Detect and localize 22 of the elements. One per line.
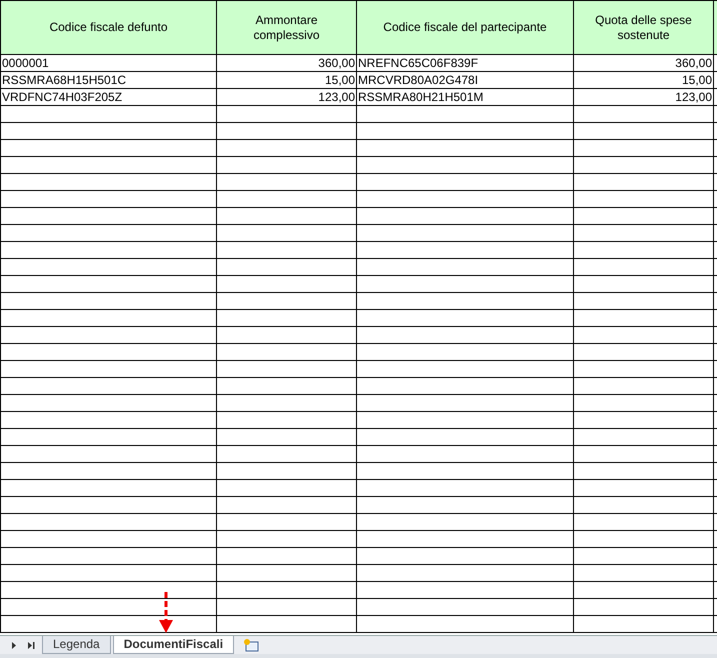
last-sheet-icon[interactable] <box>26 641 36 650</box>
sheet-tab[interactable]: Legenda <box>42 636 111 654</box>
next-sheet-icon[interactable] <box>10 641 18 650</box>
table-cell: 123,00 <box>574 88 714 106</box>
insert-sheet-icon[interactable] <box>242 638 260 652</box>
column-header: Codice fiscale del partecipante <box>356 0 574 54</box>
table-cell: 15,00 <box>574 72 714 88</box>
table-cell: 15,00 <box>216 72 356 88</box>
table-cell: 0000001 <box>0 54 216 72</box>
table-cell: 360,00 <box>574 54 714 72</box>
column-header: Quota delle spese sostenute <box>574 0 714 54</box>
column-header: Ammontare complessivo <box>216 0 356 54</box>
table-cell: RSSMRA80H21H501M <box>356 88 574 106</box>
column-header: Codice fiscale defunto <box>0 0 216 54</box>
table-cell: VRDFNC74H03F205Z <box>0 88 216 106</box>
table-cell: MRCVRD80A02G478I <box>356 72 574 88</box>
table-cell: NREFNC65C06F839F <box>356 54 574 72</box>
table-cell: 123,00 <box>216 88 356 106</box>
table-cell: 360,00 <box>216 54 356 72</box>
table-cell: RSSMRA68H15H501C <box>0 72 216 88</box>
sheet-tab[interactable]: DocumentiFiscali <box>112 636 234 654</box>
dashed-arrow <box>158 592 174 634</box>
